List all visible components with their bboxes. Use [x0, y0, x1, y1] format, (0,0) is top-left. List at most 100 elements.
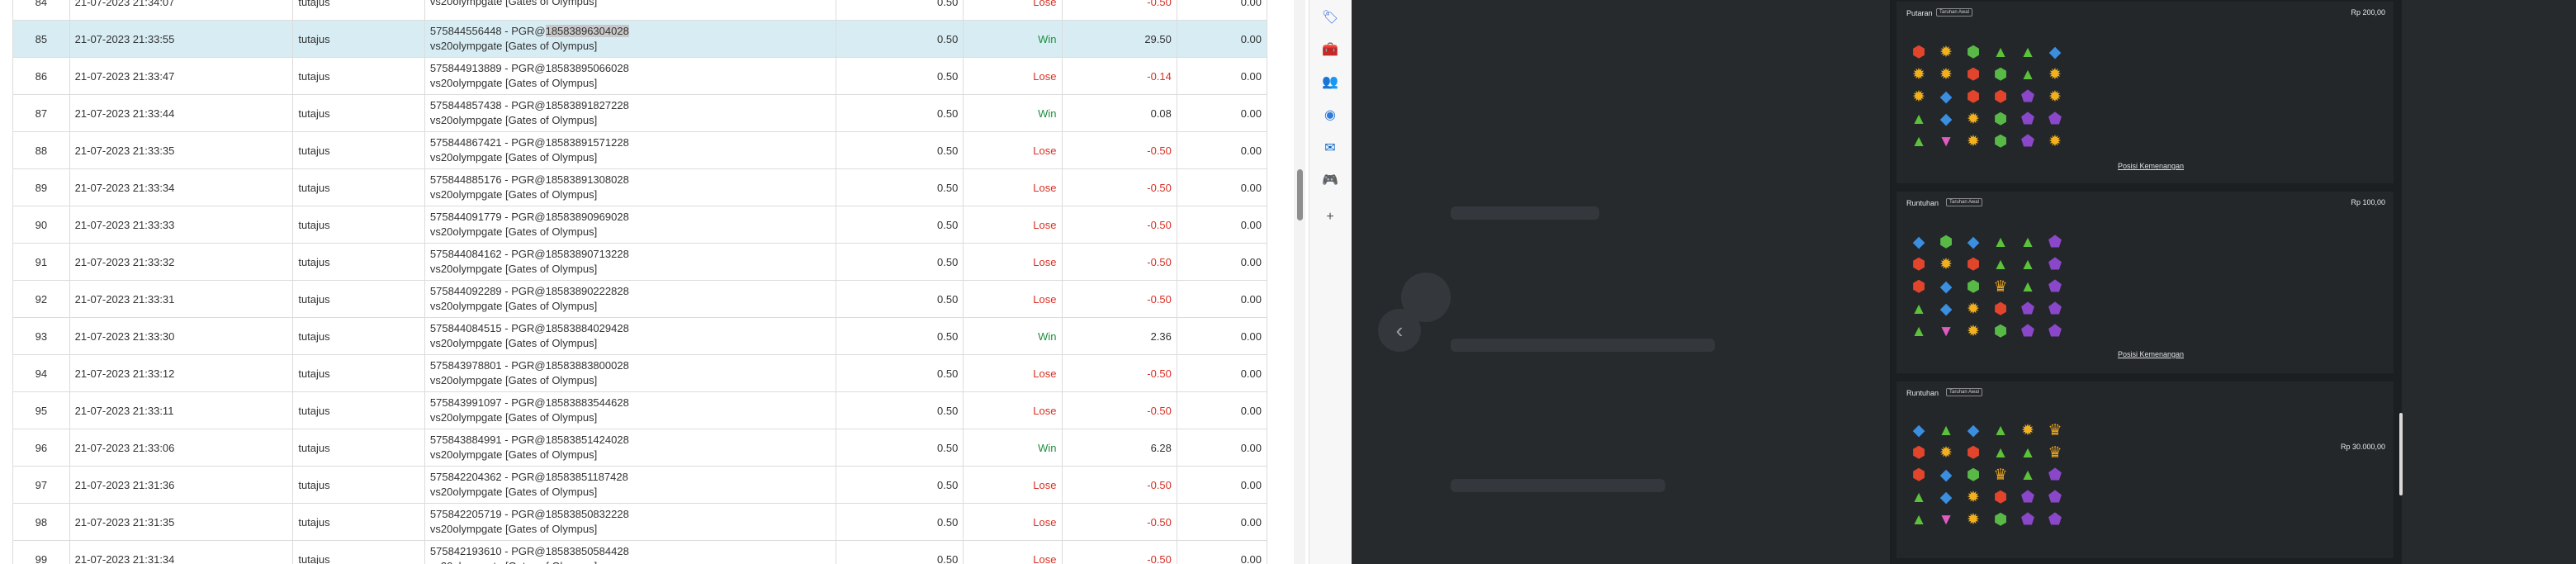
purple-gem-icon: ⬟: [2020, 88, 2035, 106]
symbol-grid: ⬢ ✹ ⬢ ▲ ▲ ◆ ✹ ✹ ⬢ ⬢ ▲ ✹ ✹ ◆ ⬢ ⬢ ⬟ ✹ ▲ ◆ ✹ ⬢ ⬟ ⬟ ▲ ▼ ✹ ⬢ ⬟ ✹: [1908, 41, 2070, 157]
row-description: 575842204362 - PGR@18583851187428 vs20oly…: [424, 466, 836, 504]
row-jackpot: 0.00: [1176, 540, 1268, 564]
row-profit-loss: -0.50: [1061, 466, 1177, 504]
table-row[interactable]: 97 21-07-2023 21:31:36 tutajus 575842204362…: [12, 466, 1268, 504]
row-description: 575842193610 - PGR@18583850584428 vs20oly…: [424, 540, 836, 564]
row-profit-loss: -0.14: [1061, 57, 1177, 95]
bet-history-pane: 84 21-07-2023 21:34:07 tutajus vs20olympgat…: [0, 0, 1309, 564]
bet-reference: 575843991097 - PGR@18583883544628: [429, 396, 629, 409]
green-gem-icon: ⬢: [1993, 65, 2008, 83]
row-date: 21-07-2023 21:33:30: [69, 317, 294, 355]
row-number: 84: [12, 0, 70, 21]
row-profit-loss: 0.08: [1061, 94, 1177, 132]
round-card: Putaran Taruhan Awal Rp 200,00 ⬢ ✹ ⬢ ▲ ▲ ◆ ✹ ✹ ⬢ ⬢ ▲ ✹…: [1896, 2, 2394, 183]
table-row[interactable]: 90 21-07-2023 21:33:33 tutajus 575844091779…: [12, 206, 1268, 244]
row-bet-amount: 0.50: [835, 354, 964, 392]
row-date: 21-07-2023 21:31:35: [69, 503, 294, 541]
winning-positions-link[interactable]: Posisi Kemenangan: [2118, 350, 2184, 358]
row-bet-amount: 0.50: [835, 280, 964, 318]
row-jackpot: 0.00: [1176, 94, 1268, 132]
gold-gem-icon: ✹: [1967, 510, 1980, 528]
row-jackpot: 0.00: [1176, 391, 1268, 429]
green-tri-icon: ▲: [1911, 510, 1927, 528]
round-badge: Taruhan Awal: [1936, 8, 1972, 17]
outlook-icon[interactable]: ✉: [1321, 139, 1339, 157]
table-row[interactable]: 89 21-07-2023 21:33:34 tutajus 575844885176…: [12, 168, 1268, 206]
row-bet-amount: 0.50: [835, 57, 964, 95]
table-row[interactable]: 98 21-07-2023 21:31:35 tutajus 575842205719…: [12, 503, 1268, 541]
winning-positions-link[interactable]: Posisi Kemenangan: [2118, 162, 2184, 170]
blue-gem-icon: ◆: [1912, 233, 1925, 251]
row-username: tutajus: [292, 540, 425, 564]
row-jackpot: 0.00: [1176, 280, 1268, 318]
row-username: tutajus: [292, 94, 425, 132]
history-scrollbar-thumb[interactable]: [2399, 413, 2403, 495]
table-row[interactable]: 94 21-07-2023 21:33:12 tutajus 575843978801…: [12, 354, 1268, 392]
row-profit-loss: 2.36: [1061, 317, 1177, 355]
table-row[interactable]: 96 21-07-2023 21:33:06 tutajus 575843884991…: [12, 429, 1268, 467]
row-username: tutajus: [292, 206, 425, 244]
table-row[interactable]: 93 21-07-2023 21:33:30 tutajus 575844084515…: [12, 317, 1268, 355]
crown-icon: ♛: [1993, 277, 2008, 296]
green-tri-icon: ▲: [1911, 300, 1927, 318]
game-name: vs20olympgate [Gates of Olympus]: [429, 337, 598, 349]
green-tri-icon: ▲: [1992, 443, 2009, 462]
purple-gem-icon: ⬟: [2020, 110, 2035, 128]
table-row[interactable]: 91 21-07-2023 21:33:32 tutajus 575844084162…: [12, 243, 1268, 281]
games-icon[interactable]: 🎮: [1321, 171, 1339, 189]
green-gem-icon: ⬢: [1993, 510, 2008, 528]
table-row[interactable]: 99 21-07-2023 21:31:34 tutajus 575842193610…: [12, 540, 1268, 564]
row-jackpot: 0.00: [1176, 206, 1268, 244]
copilot-icon[interactable]: ◉: [1321, 106, 1339, 124]
green-gem-icon: ⬢: [1993, 322, 2008, 340]
green-tri-icon: ▲: [2020, 65, 2036, 83]
row-description: 575843884991 - PGR@18583851424028 vs20oly…: [424, 429, 836, 467]
symbol-grid: ◆ ▲ ◆ ▲ ✹ ♛ ⬢ ✹ ⬢ ▲ ▲ ♛ ⬢ ◆ ⬢ ♛ ▲ ⬟ ▲ ◆ ✹ ⬢ ⬟ ⬟ ▲ ▼ ✹ ⬢ ⬟ ⬟: [1908, 419, 2070, 535]
row-username: tutajus: [292, 131, 425, 169]
row-bet-amount: 0.50: [835, 540, 964, 564]
row-description: 575844556448 - PGR@18583896304028 vs20oly…: [424, 20, 836, 58]
green-tri-icon: ▲: [1911, 132, 1927, 150]
gold-gem-icon: ✹: [2021, 421, 2034, 439]
table-row[interactable]: 85 21-07-2023 21:33:55 tutajus 575844556448…: [12, 20, 1268, 58]
back-button[interactable]: ‹: [1378, 309, 1421, 352]
table-scrollbar-thumb[interactable]: [1297, 169, 1303, 220]
gold-gem-icon: ✹: [1939, 43, 1953, 61]
red-gem-icon: ⬢: [1966, 65, 1981, 83]
tag-icon[interactable]: 🏷: [1321, 8, 1339, 26]
row-number: 87: [12, 94, 70, 132]
row-description: 575844867421 - PGR@18583891571228 vs20oly…: [424, 131, 836, 169]
row-jackpot: 0.00: [1176, 57, 1268, 95]
bet-reference: 575844867421 - PGR@18583891571228: [429, 136, 629, 149]
table-row[interactable]: 84 21-07-2023 21:34:07 tutajus vs20olympgat…: [12, 0, 1268, 21]
gold-gem-icon: ✹: [1939, 255, 1953, 273]
round-history-panel[interactable]: Putaran Taruhan Awal Rp 200,00 ⬢ ✹ ⬢ ▲ ▲ ◆ ✹ ✹ ⬢ ⬢ ▲ ✹…: [1890, 0, 2402, 564]
green-tri-icon: ▲: [1992, 421, 2009, 439]
table-scrollbar-track[interactable]: [1294, 0, 1305, 564]
red-gem-icon: ⬢: [1966, 443, 1981, 462]
gold-gem-icon: ✹: [1967, 488, 1980, 506]
row-description: 575844885176 - PGR@18583891308028 vs20oly…: [424, 168, 836, 206]
row-date: 21-07-2023 21:33:12: [69, 354, 294, 392]
row-username: tutajus: [292, 317, 425, 355]
add-icon[interactable]: +: [1321, 208, 1339, 226]
purple-gem-icon: ⬟: [2048, 233, 2062, 251]
row-jackpot: 0.00: [1176, 20, 1268, 58]
row-description: 575844857438 - PGR@18583891827228 vs20oly…: [424, 94, 836, 132]
table-row[interactable]: 87 21-07-2023 21:33:44 tutajus 575844857438…: [12, 94, 1268, 132]
table-row[interactable]: 88 21-07-2023 21:33:35 tutajus 575844867421…: [12, 131, 1268, 169]
row-bet-amount: 0.50: [835, 206, 964, 244]
round-card: Runtuhan Taruhan Awal Rp 100,00 ◆ ⬢ ◆ ▲ ▲ ⬟ ⬢ ✹ ⬢ ▲ ▲…: [1896, 192, 2394, 373]
table-row[interactable]: 95 21-07-2023 21:33:11 tutajus 575843991097…: [12, 391, 1268, 429]
row-bet-amount: 0.50: [835, 391, 964, 429]
table-row[interactable]: 86 21-07-2023 21:33:47 tutajus 575844913889…: [12, 57, 1268, 95]
gold-gem-icon: ✹: [1912, 88, 1925, 106]
row-profit-loss: -0.50: [1061, 540, 1177, 564]
round-amount: Rp 30.000,00: [2340, 443, 2385, 451]
table-row[interactable]: 92 21-07-2023 21:33:31 tutajus 575844092289…: [12, 280, 1268, 318]
blue-gem-icon: ◆: [1967, 421, 1980, 439]
row-date: 21-07-2023 21:33:47: [69, 57, 294, 95]
purple-gem-icon: ⬟: [2048, 300, 2062, 318]
toolbox-icon[interactable]: 🧰: [1321, 40, 1339, 59]
people-icon[interactable]: 👥: [1321, 73, 1339, 91]
